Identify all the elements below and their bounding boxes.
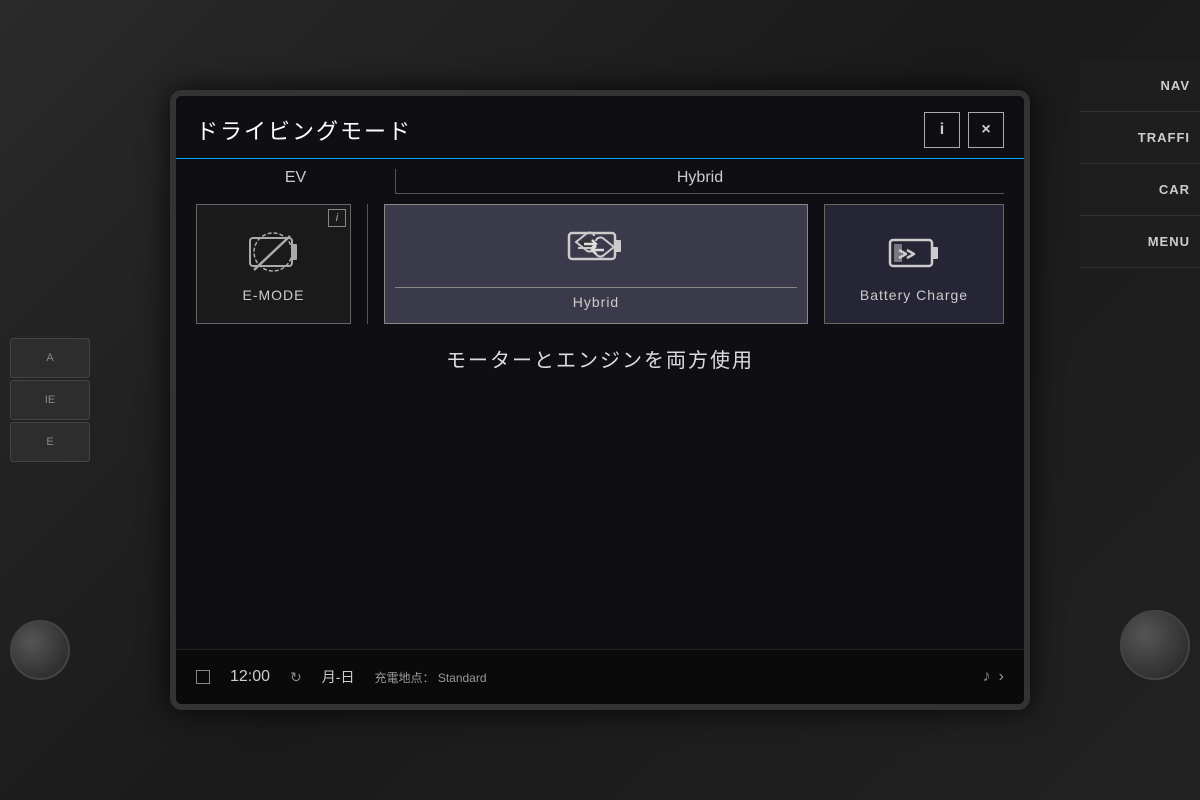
mode-container: EV Hybrid i — [176, 159, 1024, 649]
hybrid-section: Hybrid — [368, 204, 1004, 324]
ev-section: i — [196, 204, 368, 324]
status-right: ♪ › — [983, 668, 1004, 686]
traffic-button[interactable]: TRAFFI — [1080, 112, 1200, 164]
status-time: 12:00 — [230, 668, 270, 686]
status-charge-label: 充電地点： Standard — [374, 669, 486, 686]
menu-button[interactable]: MENU — [1080, 216, 1200, 268]
status-person-icon: ♪ — [983, 668, 991, 686]
status-refresh-icon: ↻ — [290, 669, 302, 686]
mode-labels-row: EV Hybrid — [196, 169, 1004, 194]
right-controls: NAV TRAFFI CAR MENU — [1080, 0, 1200, 800]
car-button[interactable]: CAR — [1080, 164, 1200, 216]
e-mode-icon — [244, 229, 304, 279]
hybrid-card[interactable]: Hybrid — [384, 204, 808, 324]
mode-description: モーターとエンジンを両方使用 — [196, 324, 1004, 393]
title-buttons: i × — [924, 112, 1004, 148]
hybrid-label: Hybrid — [396, 169, 1004, 194]
status-day: 月-日 — [322, 667, 355, 687]
left-btn-3[interactable]: E — [10, 422, 90, 462]
status-forward-arrow[interactable]: › — [999, 668, 1004, 686]
nav-button[interactable]: NAV — [1080, 60, 1200, 112]
status-square-icon — [196, 670, 210, 684]
info-button[interactable]: i — [924, 112, 960, 148]
battery-charge-icon — [884, 229, 944, 279]
knob-left[interactable] — [10, 620, 70, 680]
title-bar: ドライビングモード i × — [176, 96, 1024, 159]
left-controls: A IE E — [0, 0, 100, 800]
battery-charge-card[interactable]: Battery Charge — [824, 204, 1004, 324]
status-bar: 12:00 ↻ 月-日 充電地点： Standard ♪ › — [176, 649, 1024, 704]
info-badge-emode: i — [328, 209, 346, 227]
dashboard: A IE E ドライビングモード i × — [0, 0, 1200, 800]
driving-mode-dialog: ドライビングモード i × EV Hybrid — [176, 96, 1024, 704]
screen-bezel: ドライビングモード i × EV Hybrid — [170, 90, 1030, 710]
close-button[interactable]: × — [968, 112, 1004, 148]
card-divider — [395, 287, 797, 288]
main-screen: ドライビングモード i × EV Hybrid — [176, 96, 1024, 704]
left-btn-2[interactable]: IE — [10, 380, 90, 420]
e-mode-card[interactable]: i — [196, 204, 351, 324]
left-btn-1[interactable]: A — [10, 338, 90, 378]
e-mode-label: E-MODE — [243, 287, 305, 303]
mode-sections: i — [196, 204, 1004, 324]
ev-label: EV — [196, 169, 396, 194]
hybrid-icon — [566, 223, 626, 273]
battery-charge-label: Battery Charge — [860, 287, 968, 303]
hybrid-card-label: Hybrid — [573, 294, 619, 310]
dialog-title: ドライビングモード — [196, 114, 412, 146]
